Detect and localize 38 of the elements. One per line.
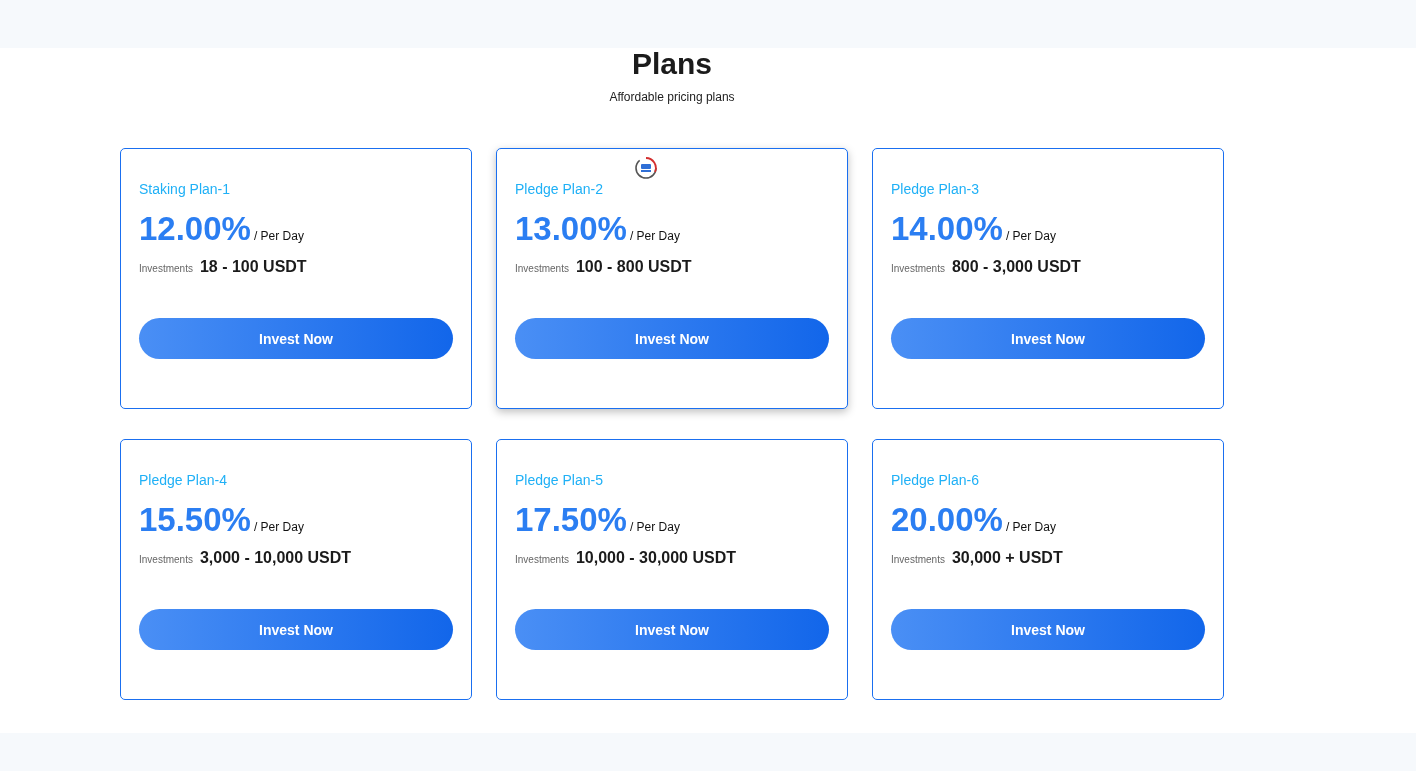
rate-period: / Per Day: [629, 229, 680, 243]
investment-range: 10,000 - 30,000 USDT: [575, 549, 736, 567]
plan-rate: 12.00%: [139, 210, 251, 248]
invest-now-button[interactable]: Invest Now: [139, 609, 453, 650]
investments-label: Investments: [139, 554, 193, 565]
investment-range: 18 - 100 USDT: [199, 258, 307, 276]
invest-now-button[interactable]: Invest Now: [891, 318, 1205, 359]
rate-period: / Per Day: [253, 229, 304, 243]
plan-name: Pledge Plan-3: [891, 180, 980, 198]
investments-label: Investments: [515, 554, 569, 565]
invest-now-button[interactable]: Invest Now: [891, 609, 1205, 650]
rate-period: / Per Day: [629, 520, 680, 534]
section-subtitle: Affordable pricing plans: [609, 90, 735, 104]
investments-label: Investments: [891, 263, 945, 274]
plan-rate: 13.00%: [515, 210, 627, 248]
plan-rate: 15.50%: [139, 501, 251, 539]
investment-range: 3,000 - 10,000 USDT: [199, 549, 352, 567]
investments-label: Investments: [515, 263, 569, 274]
rate-period: / Per Day: [253, 520, 304, 534]
plan-rate: 20.00%: [891, 501, 1003, 539]
invest-now-button[interactable]: Invest Now: [139, 318, 453, 359]
rate-period: / Per Day: [1005, 520, 1056, 534]
invest-now-button[interactable]: Invest Now: [515, 609, 829, 650]
investment-range: 30,000 + USDT: [951, 549, 1063, 567]
plan-name: Pledge Plan-4: [139, 471, 228, 489]
rate-period: / Per Day: [1005, 229, 1056, 243]
plan-name: Pledge Plan-2: [515, 180, 604, 198]
section-title: Plans: [631, 48, 712, 80]
plan-rate: 17.50%: [515, 501, 627, 539]
investment-range: 800 - 3,000 USDT: [951, 258, 1081, 276]
investment-range: 100 - 800 USDT: [575, 258, 692, 276]
plan-name: Pledge Plan-6: [891, 471, 980, 489]
investments-label: Investments: [139, 263, 193, 274]
plan-name: Staking Plan-1: [139, 180, 232, 198]
invest-now-button[interactable]: Invest Now: [515, 318, 829, 359]
plan-rate: 14.00%: [891, 210, 1003, 248]
plan-name: Pledge Plan-5: [515, 471, 604, 489]
investments-label: Investments: [891, 554, 945, 565]
